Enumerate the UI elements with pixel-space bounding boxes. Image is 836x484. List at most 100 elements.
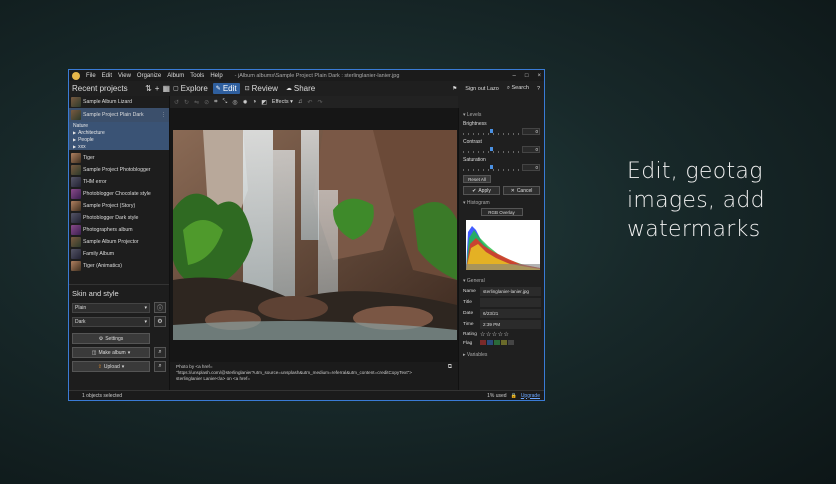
more-options-icon[interactable]: ⋮ — [161, 112, 166, 118]
view-online-button[interactable]: ⌕ — [154, 361, 166, 372]
title-field[interactable] — [480, 297, 541, 308]
tab-share[interactable]: ☁ Share — [283, 83, 318, 94]
settings-button[interactable]: ⚙ Settings — [72, 333, 150, 344]
gear-adjust-icon[interactable]: ✹ — [243, 99, 248, 106]
sort-icon[interactable]: ⇅ — [145, 84, 152, 93]
reset-all-button[interactable]: Reset All — [463, 175, 491, 183]
histogram-section[interactable]: ▾ Histogram — [463, 200, 540, 206]
project-item[interactable]: Photoblogger Chocolate style — [69, 188, 169, 200]
crop-icon[interactable]: ⌗ — [214, 99, 217, 106]
menu-album[interactable]: Album — [167, 73, 184, 79]
minimize-button[interactable]: – — [513, 73, 516, 79]
image-caption[interactable]: Photo by <a href= "https://unsplash.com/… — [170, 362, 458, 392]
apply-button[interactable]: ✔ Apply — [463, 186, 500, 195]
time-field[interactable]: 2:39 PM — [480, 319, 541, 330]
search-button[interactable]: ⌕ Search — [507, 85, 529, 92]
saturation-value[interactable]: 0 — [522, 164, 540, 171]
project-thumbnail — [71, 177, 81, 187]
notification-icon[interactable]: ⚑ — [452, 86, 457, 92]
brightness-value[interactable]: 0 — [522, 128, 540, 135]
project-item-selected[interactable]: Sample Project Plain Dark ⋮ — [69, 108, 169, 122]
project-item[interactable]: Photoblogger Dark style — [69, 212, 169, 224]
brightness-knob[interactable] — [489, 128, 493, 133]
skin-info-button[interactable]: ⓘ — [154, 302, 166, 313]
flag-swatch[interactable] — [487, 340, 493, 345]
date-field[interactable]: 6/23/21 — [480, 308, 541, 319]
redo-icon[interactable]: ↷ — [317, 99, 322, 106]
project-item[interactable]: Family Album — [69, 248, 169, 260]
contrast-value[interactable]: 0 — [522, 146, 540, 153]
upgrade-link[interactable]: Upgrade — [521, 393, 540, 399]
project-item[interactable]: THM error — [69, 176, 169, 188]
menu-edit[interactable]: Edit — [102, 73, 112, 79]
project-item[interactable]: Sample Project Photoblogger — [69, 164, 169, 176]
menu-view[interactable]: View — [118, 73, 131, 79]
project-item[interactable]: Sample Project (Story) — [69, 200, 169, 212]
folder-item[interactable]: ▶ People — [69, 136, 169, 143]
folder-item[interactable]: ▶ Architecture — [69, 129, 169, 136]
tab-explore[interactable]: ▢ Explore — [170, 83, 211, 94]
grid-view-icon[interactable]: ▦ — [162, 84, 170, 93]
resize-icon[interactable]: ⤡ — [223, 99, 228, 106]
menu-file[interactable]: File — [86, 73, 96, 79]
edit-caption-icon[interactable]: ⧉ — [448, 364, 452, 371]
style-select[interactable]: Dark ▾ — [72, 316, 150, 327]
levels-icon[interactable]: ◩ — [261, 99, 267, 106]
contrast-slider[interactable] — [463, 146, 519, 153]
menu-organize[interactable]: Organize — [137, 73, 161, 79]
add-project-icon[interactable]: + — [155, 84, 160, 93]
tab-review[interactable]: ⊡ Review — [242, 83, 281, 94]
project-item[interactable]: Photographers album — [69, 224, 169, 236]
flag-swatch[interactable] — [501, 340, 507, 345]
watermark-icon[interactable]: ♫ — [298, 99, 303, 105]
menu-help[interactable]: Help — [210, 73, 222, 79]
brightness-slider[interactable] — [463, 128, 519, 135]
tab-edit[interactable]: ✎ Edit — [212, 83, 240, 94]
expand-icon[interactable]: ▶ — [73, 130, 76, 135]
project-item[interactable]: Sample Album Projector — [69, 236, 169, 248]
redeye-icon[interactable]: ◎ — [232, 99, 237, 106]
saturation-slider[interactable] — [463, 164, 519, 171]
upload-button[interactable]: ⇪ Upload ▾ — [72, 361, 150, 372]
maximize-button[interactable]: □ — [525, 73, 529, 79]
contrast-icon[interactable]: ◑ — [253, 99, 257, 105]
help-icon[interactable]: ? — [537, 86, 540, 92]
upload-label: Upload — [103, 363, 120, 370]
rotate-left-icon[interactable]: ↺ — [174, 99, 179, 106]
cancel-button[interactable]: ✕ Cancel — [503, 186, 540, 195]
rotate-right-icon[interactable]: ↻ — [184, 99, 189, 106]
folder-item[interactable]: Nature — [69, 122, 169, 129]
levels-section[interactable]: ▾ Levels — [463, 112, 540, 118]
sign-out-link[interactable]: Sign out Lazo — [465, 86, 499, 92]
general-section[interactable]: ▾ General — [463, 278, 540, 284]
flag-swatch[interactable] — [494, 340, 500, 345]
gear-icon: ⚙ — [157, 319, 163, 325]
expand-icon[interactable]: ▶ — [73, 144, 76, 149]
project-item[interactable]: Sample Album Lizard — [69, 96, 169, 108]
name-field[interactable]: sterlinglanier-lanier.jpg — [480, 286, 541, 297]
menu-tools[interactable]: Tools — [190, 73, 204, 79]
edit-toolbar: ↺ ↻ ⇋ ⊘ ⌗ ⤡ ◎ ✹ ◑ ◩ Effects ▾ ♫ ↶ ↷ — [170, 96, 458, 108]
expand-icon[interactable]: ▶ — [73, 137, 76, 142]
style-settings-button[interactable]: ⚙ — [154, 316, 166, 327]
contrast-knob[interactable] — [489, 146, 493, 151]
flag-swatch[interactable] — [508, 340, 514, 345]
undo-icon[interactable]: ↶ — [307, 99, 312, 106]
close-button[interactable]: × — [537, 73, 541, 79]
effects-menu[interactable]: Effects ▾ — [272, 99, 293, 105]
image-canvas[interactable] — [170, 108, 458, 362]
straighten-icon[interactable]: ⊘ — [204, 99, 209, 106]
skin-select[interactable]: Plain ▾ — [72, 302, 150, 313]
flip-icon[interactable]: ⇋ — [194, 99, 199, 106]
flag-swatch[interactable] — [480, 340, 486, 345]
rating-stars[interactable]: ☆☆☆☆☆ — [480, 331, 509, 338]
preview-button[interactable]: ⌕ — [154, 347, 166, 358]
make-album-button[interactable]: ◫ Make album ▾ — [72, 347, 150, 358]
project-item[interactable]: Tiger (Animatics) — [69, 260, 169, 272]
histogram-mode-select[interactable]: RGB Overlay — [480, 208, 523, 216]
saturation-knob[interactable] — [489, 164, 493, 169]
project-item[interactable]: Tiger — [69, 152, 169, 164]
folder-item[interactable]: ▶ xxx — [69, 143, 169, 150]
project-name: Family Album — [83, 251, 115, 257]
variables-section[interactable]: ▸ Variables — [463, 352, 540, 358]
